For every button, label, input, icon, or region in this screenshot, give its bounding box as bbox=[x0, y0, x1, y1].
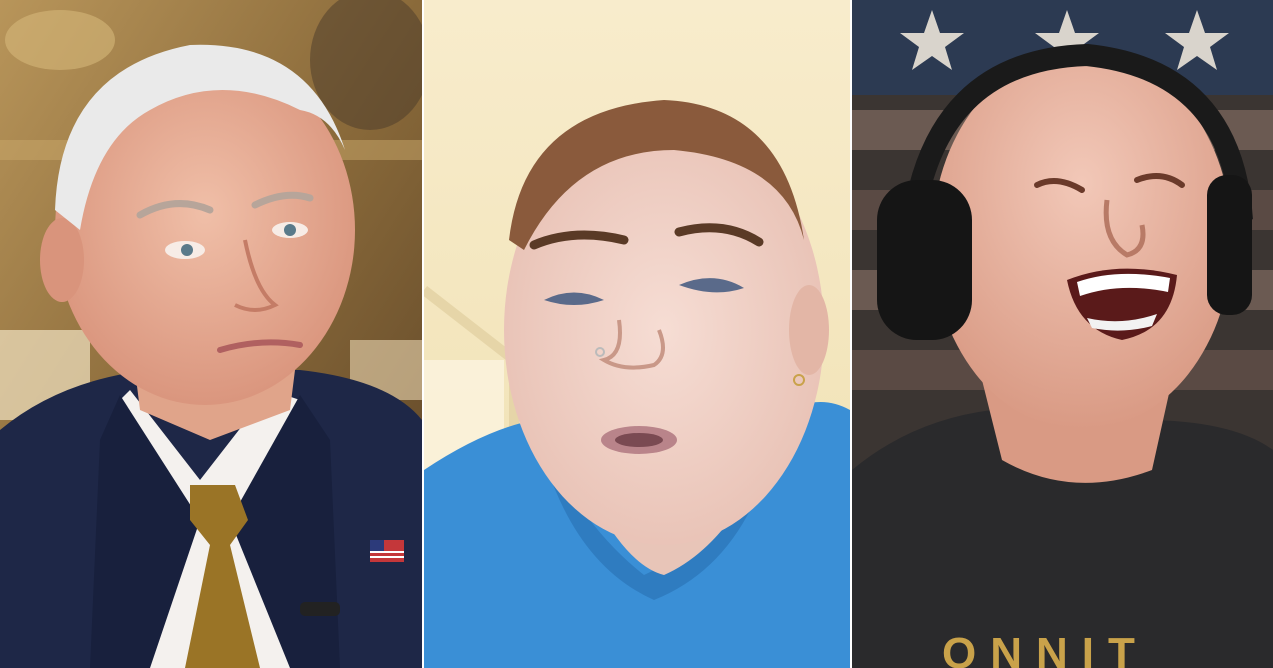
woman-in-blue-hoodie-photo bbox=[424, 0, 850, 668]
headphone-right-cup bbox=[1207, 175, 1252, 315]
photo-collage: ONNIT bbox=[0, 0, 1273, 668]
man-in-suit-photo bbox=[0, 0, 422, 668]
photo-panel-right: ONNIT bbox=[852, 0, 1273, 668]
shirt-print: ONNIT bbox=[942, 629, 1149, 668]
man-laughing-with-headphones-photo: ONNIT bbox=[852, 0, 1273, 668]
headphone-left-cup bbox=[877, 180, 972, 340]
photo-panel-left bbox=[0, 0, 422, 668]
photo-panel-middle bbox=[424, 0, 850, 668]
